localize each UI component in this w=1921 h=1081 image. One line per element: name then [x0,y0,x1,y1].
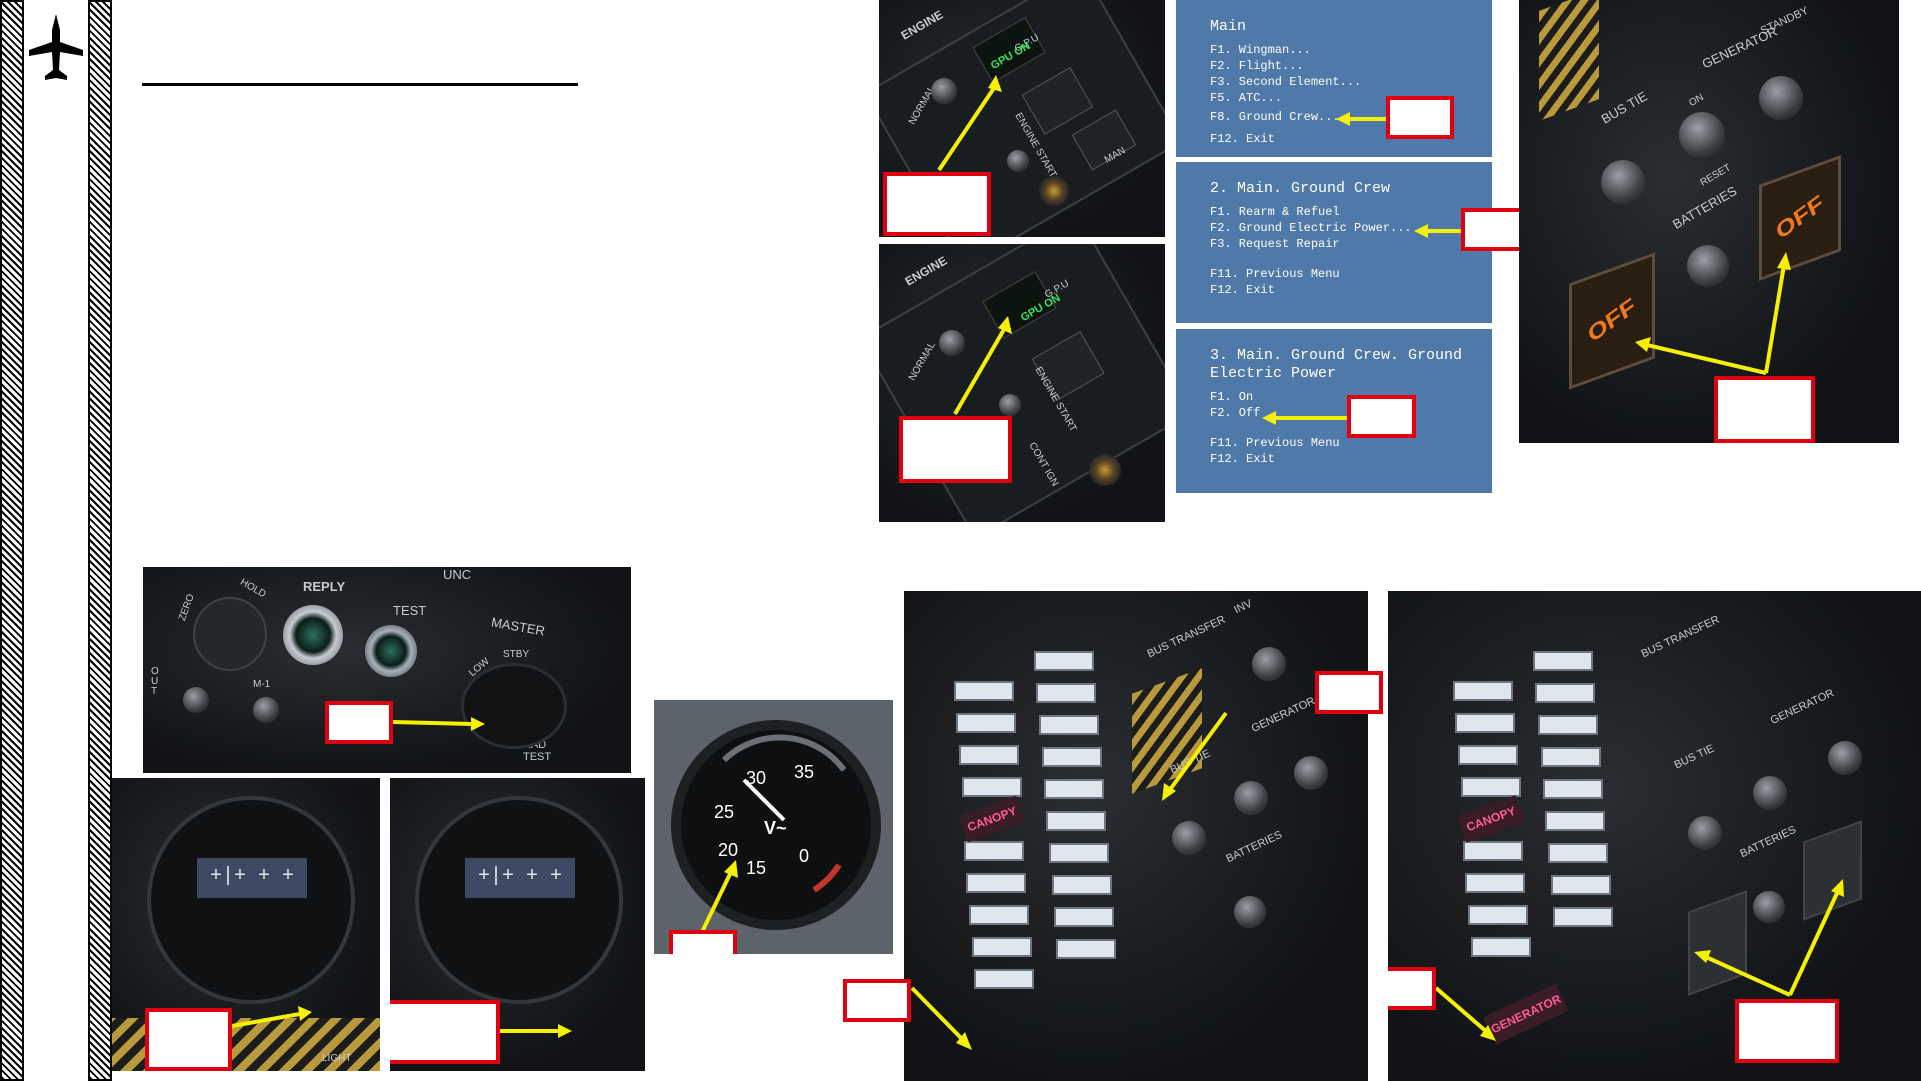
arrow-battery-off [1635,252,1791,375]
callout-box-voltmeter [669,930,737,954]
adi-panel-photo-1: +|+ + + LIGHT [112,778,380,1071]
arrow-menu-3 [1262,411,1348,425]
callout-box-generator-lamp-2 [1388,967,1436,1010]
radio-menu-ground-crew: 2. Main. Ground Crew F1. Rearm & Refuel … [1176,162,1492,323]
callout-box-battery-2 [1735,999,1839,1063]
menu-item[interactable]: F3. Second Element... [1210,74,1492,90]
callout-box-generator-lamp-1 [843,979,911,1022]
menu-item[interactable]: F12. Exit [1210,282,1492,298]
callout-box-adi-1 [145,1008,232,1071]
menu-title: 3. Main. Ground Crew. Ground Electric Po… [1210,347,1463,382]
gpu-panel-photo-2: ENGINE G.P.U GPU ON NORMAL ENGINE START … [879,244,1165,522]
menu-spacer [1210,252,1492,266]
callout-box-generator-switch [1315,671,1383,714]
menu-item[interactable]: F1. Rearm & Refuel [1210,204,1492,220]
arrow-caution-1 [910,711,1228,1050]
menu-item[interactable]: F11. Previous Menu [1210,266,1492,282]
callout-box-adi-2 [390,1000,500,1064]
menu-item[interactable]: F1. Wingman... [1210,42,1492,58]
iff-panel-photo: UNC HOLD ZERO REPLY TEST MASTER LOW STBY… [143,567,631,773]
menu-item[interactable]: F12. Exit [1210,451,1492,467]
sidebar-rail-right [88,0,112,1081]
sidebar-rail-left [0,0,24,1081]
callout-box-iff [325,701,393,744]
menu-item[interactable]: F2. Flight... [1210,58,1492,74]
adi-panel-photo-2: +|+ + + [390,778,645,1071]
callout-box-gpu-2 [899,416,1012,483]
callout-box-menu-3 [1347,395,1416,438]
callout-box-gpu-1 [883,172,991,236]
aircraft-icon [25,12,87,82]
gpu-panel-photo-1: ENGINE G.P.U GPU ON NORMAL ENGINE START … [879,0,1165,237]
menu-title: Main [1210,18,1247,35]
callout-box-menu-2 [1461,208,1528,251]
callout-box-menu-1 [1386,96,1454,139]
caution-panel-photo-1: CANOPY BUS TRANSFER INV BUS TIE GENERATO… [904,591,1368,1081]
callout-box-battery [1714,376,1815,443]
caution-panel-photo-2: CANOPY GENERATOR BUS TRANSFER GENERATOR … [1388,591,1921,1081]
arrow-caution-2 [1434,879,1844,1041]
menu-title: 2. Main. Ground Crew [1210,180,1391,197]
arrow-voltmeter [700,860,738,933]
battery-panel-photo: BUS TIE GENERATOR STANDBY BATTERIES RESE… [1519,0,1899,443]
voltmeter-photo: V~ 30 35 25 20 15 0 [654,700,893,954]
title-underline [142,83,578,86]
